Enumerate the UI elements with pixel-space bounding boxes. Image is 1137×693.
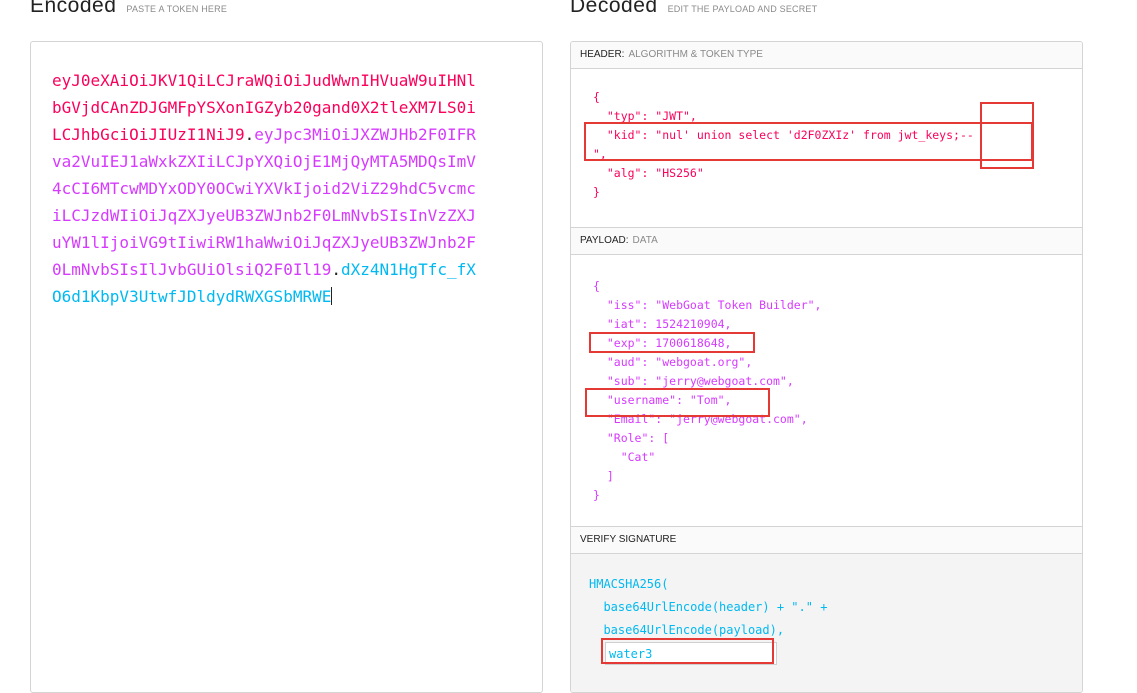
header-json-editor[interactable]: { "typ": "JWT", "kid": "nul' union selec… — [593, 88, 974, 202]
token-separator: . — [331, 260, 341, 279]
encoded-token-text[interactable]: eyJ0eXAiOiJKV1QiLCJraWQiOiJudWwnIHVuaW9u… — [52, 67, 482, 310]
encoded-hint: PASTE A TOKEN HERE — [126, 4, 228, 14]
header-encode-line: base64UrlEncode(header) + "." + — [589, 600, 828, 614]
verify-section-heading: VERIFY SIGNATURE — [571, 527, 1082, 554]
token-separator: . — [244, 125, 255, 144]
text-caret — [331, 287, 333, 305]
header-section-sublabel: ALGORITHM & TOKEN TYPE — [628, 49, 763, 60]
verify-signature-body: HMACSHA256( base64UrlEncode(header) + ".… — [571, 554, 1082, 692]
kid-ending-highlight-box — [980, 102, 1034, 169]
decoded-title: Decoded EDIT THE PAYLOAD AND SECRET — [570, 0, 817, 24]
decoded-heading: Decoded — [570, 0, 658, 17]
secret-input[interactable]: water3 — [605, 642, 777, 665]
decoded-panel: HEADER: ALGORITHM & TOKEN TYPE { "typ": "… — [570, 41, 1083, 693]
token-payload-part: eyJpc3MiOiJXZWJHb2F0IFRva2VuIEJ1aWxkZXIi… — [52, 125, 476, 279]
payload-json-editor[interactable]: { "iss": "WebGoat Token Builder", "iat":… — [593, 277, 821, 505]
header-section-label: HEADER: — [580, 49, 625, 60]
encoded-heading: Encoded — [30, 0, 117, 17]
encoded-token-editor[interactable]: eyJ0eXAiOiJKV1QiLCJraWQiOiJudWwnIHVuaW9u… — [30, 41, 543, 693]
encoded-title: Encoded PASTE A TOKEN HERE — [30, 0, 227, 24]
verify-section-label: VERIFY SIGNATURE — [580, 534, 677, 545]
hmac-function-line: HMACSHA256( — [589, 577, 669, 591]
payload-encode-line: base64UrlEncode(payload), — [589, 623, 785, 637]
header-section-heading: HEADER: ALGORITHM & TOKEN TYPE — [571, 42, 1082, 69]
payload-section-label: PAYLOAD: — [580, 235, 629, 246]
payload-section-sublabel: DATA — [632, 235, 658, 246]
decoded-hint: EDIT THE PAYLOAD AND SECRET — [667, 4, 818, 14]
payload-section-heading: PAYLOAD: DATA — [571, 228, 1082, 255]
